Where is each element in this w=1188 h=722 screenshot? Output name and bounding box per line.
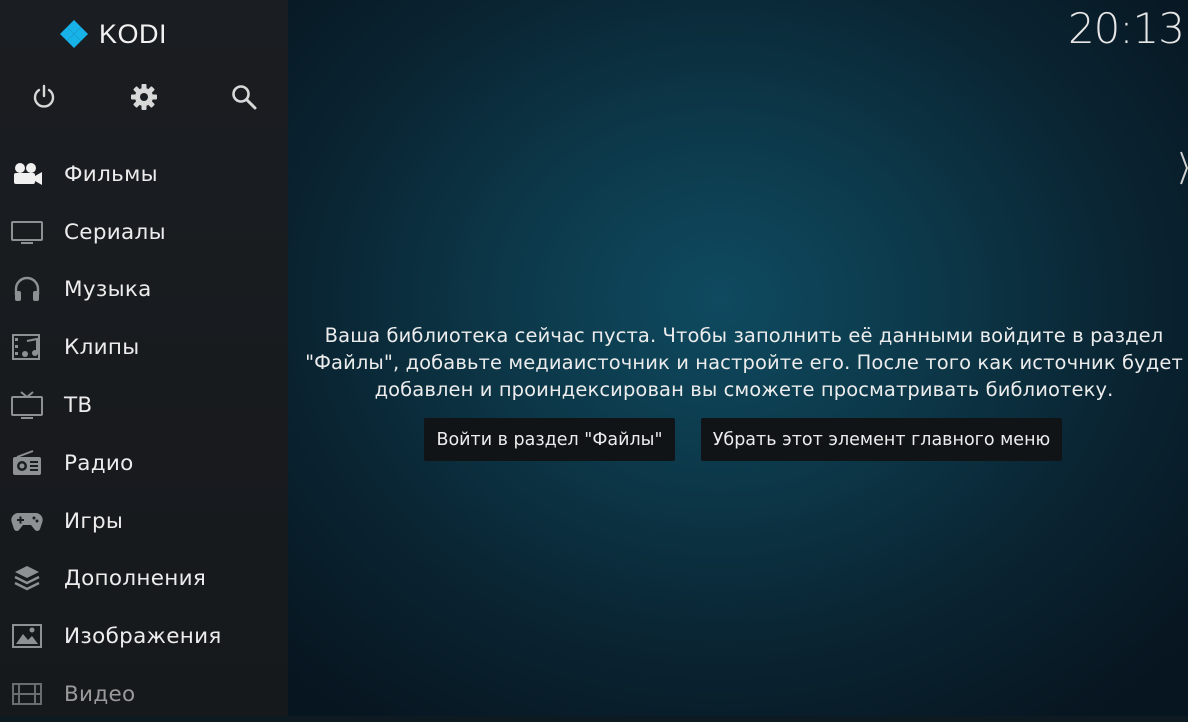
addons-icon xyxy=(10,562,44,594)
sidebar-item-label: Видео xyxy=(64,681,136,707)
sidebar-item-pictures[interactable]: Изображения xyxy=(0,608,288,664)
sidebar: KODI Фильмы Сериалы Музыка Клипы ТВ Ради… xyxy=(0,0,288,716)
sidebar-item-tv[interactable]: ТВ xyxy=(0,377,288,433)
sidebar-item-movies[interactable]: Фильмы xyxy=(0,146,288,202)
tv-antenna-icon xyxy=(10,389,44,421)
sidebar-item-label: Музыка xyxy=(64,276,152,302)
sidebar-item-series[interactable]: Сериалы xyxy=(0,204,288,260)
gamepad-icon xyxy=(10,505,44,537)
power-icon xyxy=(33,84,55,108)
radio-icon xyxy=(10,447,44,479)
enter-files-button[interactable]: Войти в раздел "Файлы" xyxy=(424,418,675,461)
gear-icon xyxy=(131,84,157,110)
sidebar-item-label: Клипы xyxy=(64,334,140,360)
sidebar-item-addons[interactable]: Дополнения xyxy=(0,550,288,606)
sidebar-item-label: Дополнения xyxy=(64,565,207,591)
sidebar-item-radio[interactable]: Радио xyxy=(0,435,288,491)
sidebar-item-label: ТВ xyxy=(64,392,93,418)
empty-library-message: Ваша библиотека сейчас пуста. Чтобы запо… xyxy=(305,324,1183,401)
app-name: KODI xyxy=(99,18,168,49)
sidebar-item-label: Сериалы xyxy=(64,219,166,245)
sidebar-item-label: Радио xyxy=(64,450,134,476)
kodi-logo: KODI xyxy=(57,16,167,52)
sidebar-item-label: Фильмы xyxy=(64,161,158,187)
search-icon xyxy=(232,85,257,110)
sidebar-item-label: Изображения xyxy=(64,623,222,649)
power-button[interactable] xyxy=(27,80,61,114)
sidebar-item-videos[interactable]: Видео xyxy=(0,666,288,722)
tv-icon xyxy=(10,216,44,248)
kodi-logo-icon xyxy=(60,20,88,48)
headphones-icon xyxy=(10,273,44,305)
remove-menu-item-button[interactable]: Убрать этот элемент главного меню xyxy=(701,418,1062,461)
image-icon xyxy=(10,620,44,652)
clock: 20:13 xyxy=(1067,4,1185,53)
sidebar-item-label: Игры xyxy=(64,508,124,534)
sidebar-item-clips[interactable]: Клипы xyxy=(0,319,288,375)
sidebar-item-music[interactable]: Музыка xyxy=(0,261,288,317)
film-icon xyxy=(10,678,44,710)
settings-button[interactable] xyxy=(127,80,161,114)
chevron-right-icon[interactable] xyxy=(1180,150,1188,186)
sidebar-item-games[interactable]: Игры xyxy=(0,493,288,549)
search-button[interactable] xyxy=(227,80,261,114)
music-video-icon xyxy=(10,331,44,363)
camera-icon xyxy=(10,158,44,190)
